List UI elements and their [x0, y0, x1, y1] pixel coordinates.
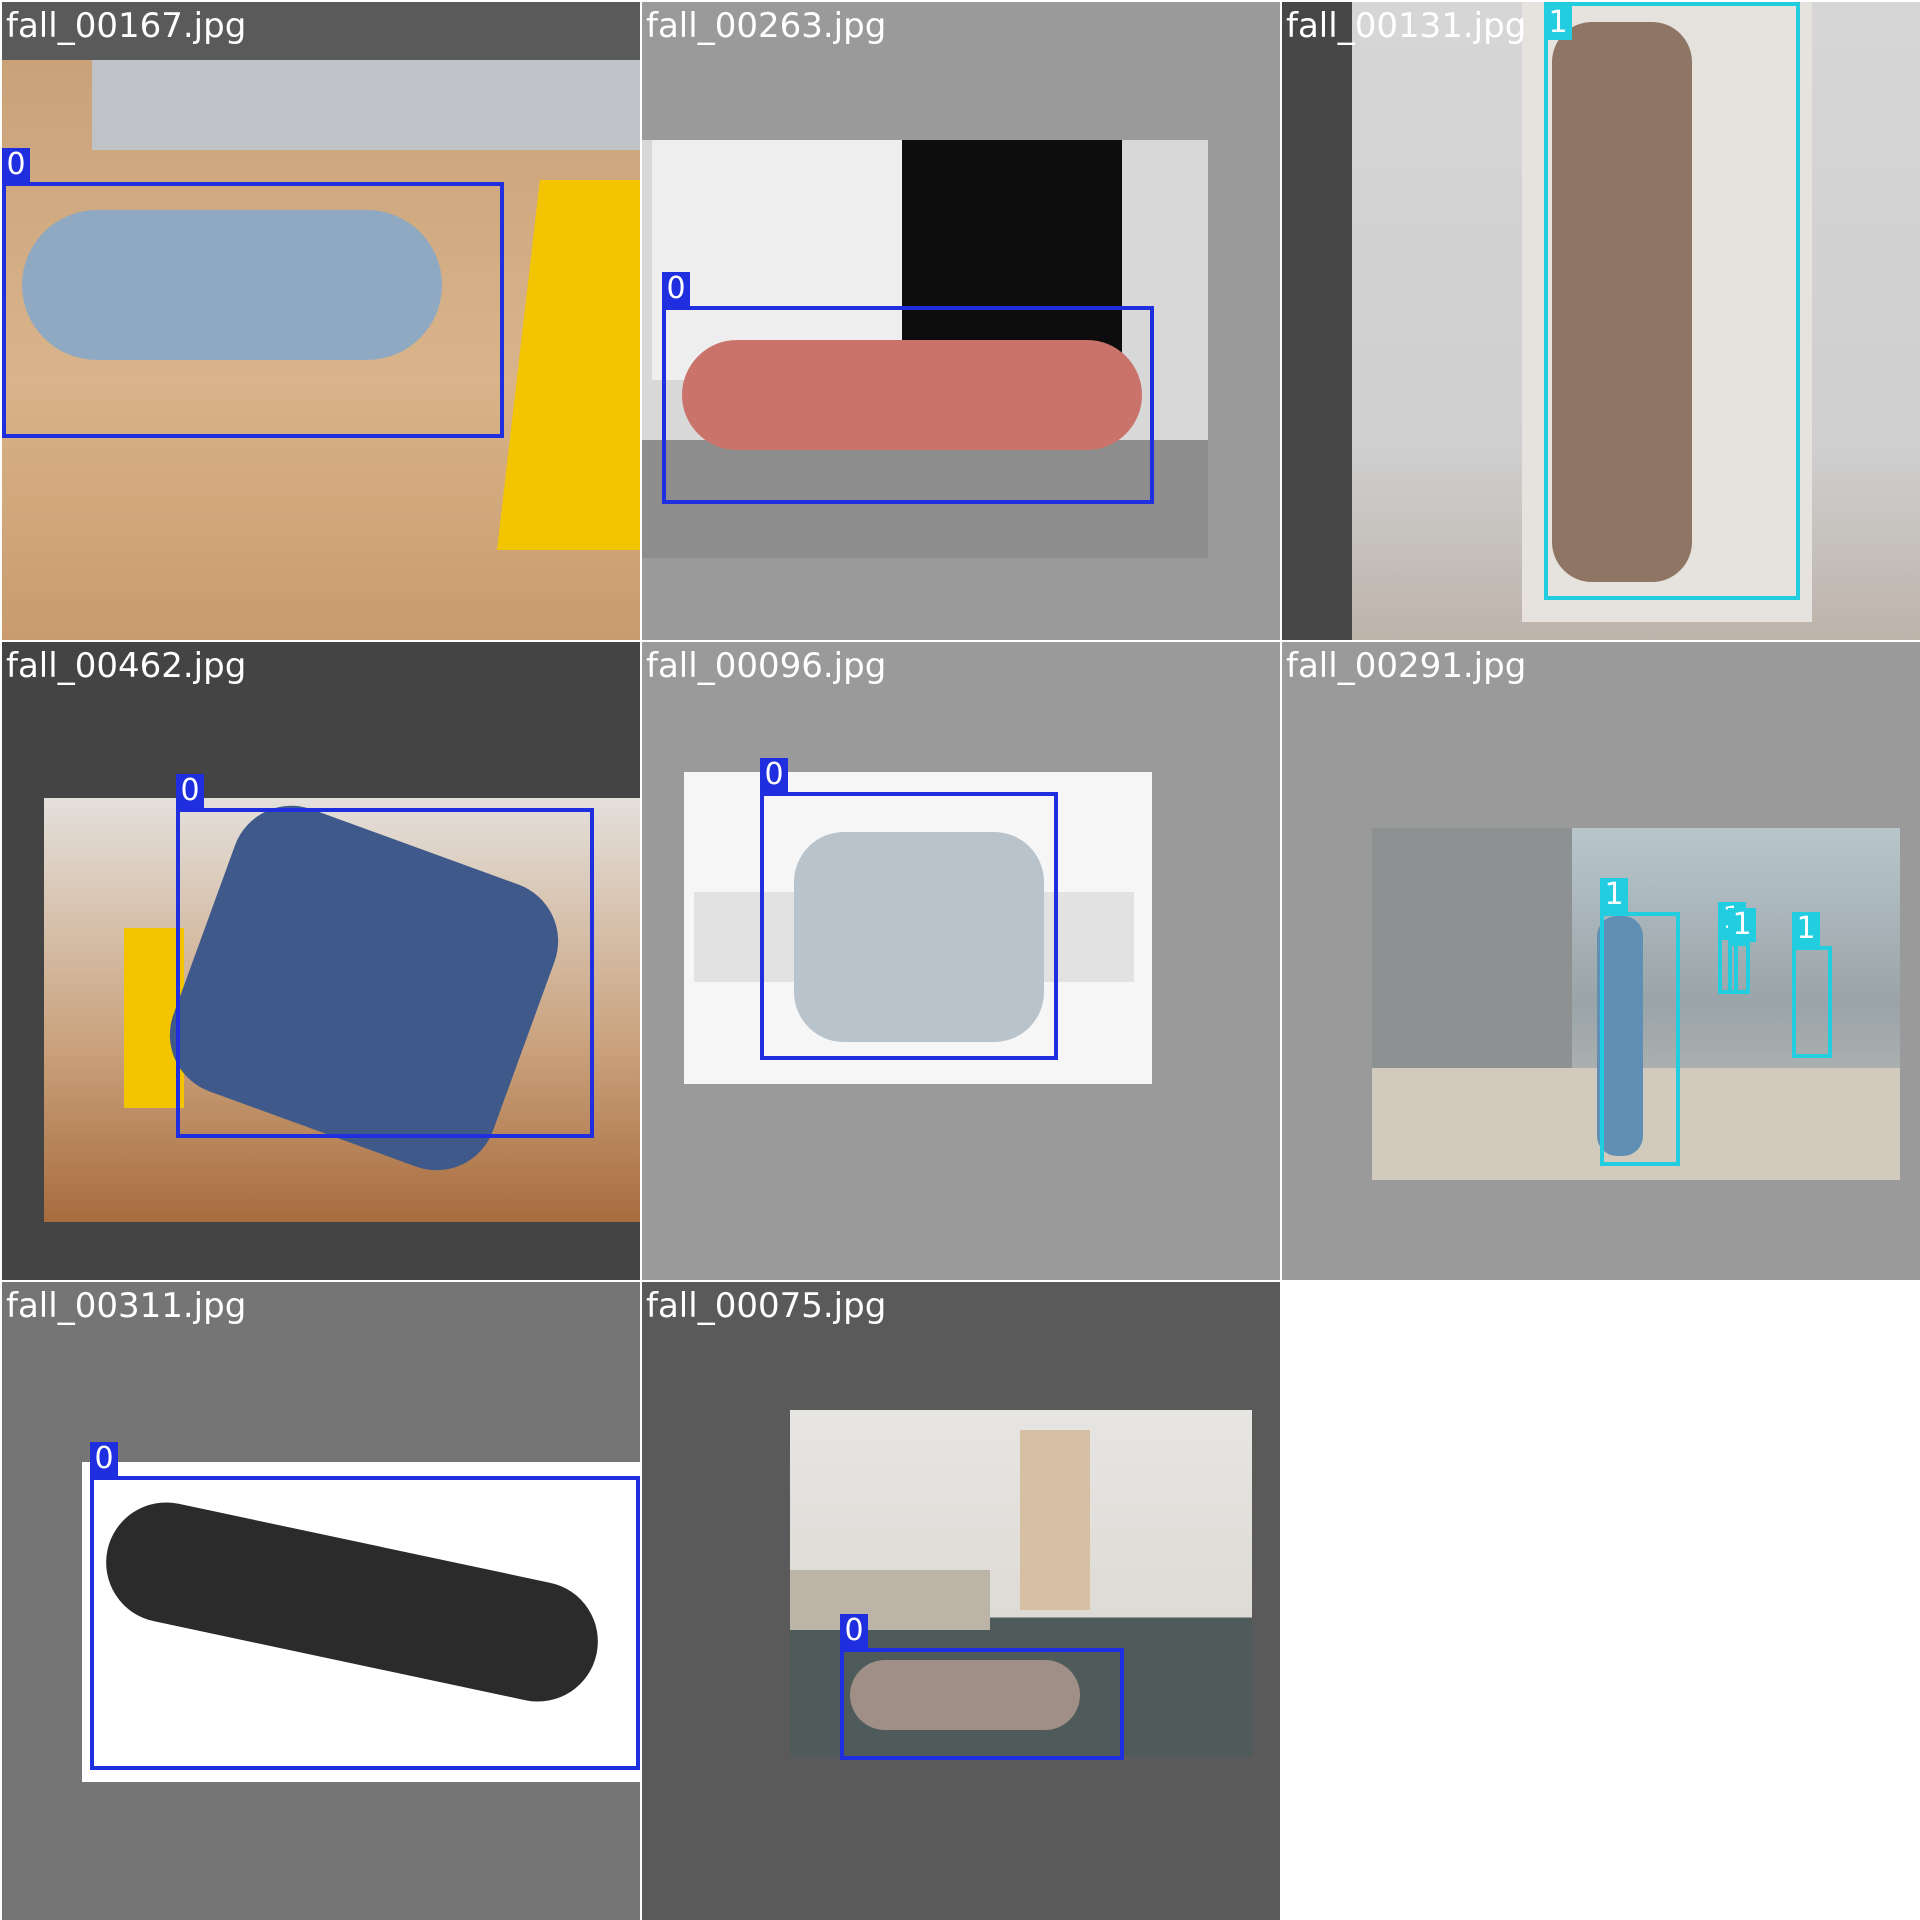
- class-label-tag: 0: [760, 758, 788, 792]
- detection-box: 1: [1792, 912, 1832, 1058]
- class-label-tag: 0: [662, 272, 690, 306]
- mosaic-tile: fall_00291.jpg 1 1 1 1: [1282, 642, 1920, 1280]
- class-label-tag: 0: [90, 1442, 118, 1476]
- detection-box: 0: [662, 272, 1154, 504]
- image-filename: fall_00462.jpg: [6, 646, 247, 686]
- detection-box: 0: [760, 758, 1058, 1060]
- image-filename: fall_00075.jpg: [646, 1286, 887, 1326]
- mosaic-tile: fall_00131.jpg 1: [1282, 2, 1920, 640]
- detection-box: 0: [90, 1442, 640, 1770]
- sofa-shape: [92, 60, 640, 150]
- class-label-tag: 1: [1600, 878, 1628, 912]
- class-label-tag: 0: [840, 1614, 868, 1648]
- detection-box: 0: [2, 148, 504, 438]
- mosaic-tile: fall_00167.jpg 0: [2, 2, 640, 640]
- wall-shape: [1372, 828, 1572, 1068]
- mosaic-tile: fall_00462.jpg 0: [2, 642, 640, 1280]
- detection-box: 1: [1728, 908, 1756, 994]
- caution-sign-shape: [497, 180, 640, 550]
- class-label-tag: 1: [1544, 6, 1572, 40]
- mosaic-tile: fall_00311.jpg 0: [2, 1282, 640, 1920]
- image-filename: fall_00096.jpg: [646, 646, 887, 686]
- class-label-tag: 1: [1792, 912, 1820, 946]
- image-filename: fall_00131.jpg: [1286, 6, 1527, 46]
- detection-box: 1: [1600, 878, 1680, 1166]
- class-label-tag: 1: [1728, 908, 1756, 942]
- mosaic-tile: fall_00096.jpg 0: [642, 642, 1280, 1280]
- desk-shape: [790, 1570, 990, 1630]
- class-label-tag: 0: [176, 774, 204, 808]
- detection-box: 1: [1544, 2, 1800, 600]
- class-label-tag: 0: [2, 148, 30, 182]
- door-shape: [1020, 1430, 1090, 1610]
- image-filename: fall_00263.jpg: [646, 6, 887, 46]
- image-filename: fall_00291.jpg: [1286, 646, 1527, 686]
- detection-box: 0: [840, 1614, 1124, 1760]
- mosaic-tile: fall_00075.jpg 0: [642, 1282, 1280, 1920]
- training-batch-mosaic: fall_00167.jpg 0 fall_00263.jpg 0 fall_0…: [0, 0, 1920, 1920]
- image-filename: fall_00311.jpg: [6, 1286, 247, 1326]
- detection-box: 0: [176, 774, 594, 1138]
- mosaic-tile: fall_00263.jpg 0: [642, 2, 1280, 640]
- image-filename: fall_00167.jpg: [6, 6, 247, 46]
